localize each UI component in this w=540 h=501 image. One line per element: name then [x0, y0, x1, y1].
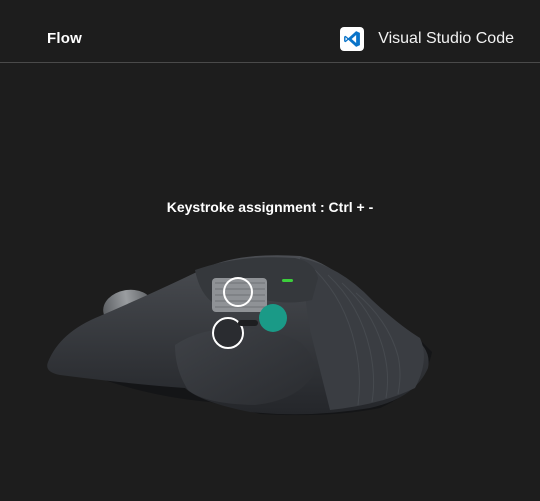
forward-button-hotspot-selected[interactable]	[259, 304, 287, 332]
battery-indicator	[282, 279, 293, 282]
mouse-illustration	[0, 0, 540, 496]
side-button-bar	[238, 320, 258, 326]
